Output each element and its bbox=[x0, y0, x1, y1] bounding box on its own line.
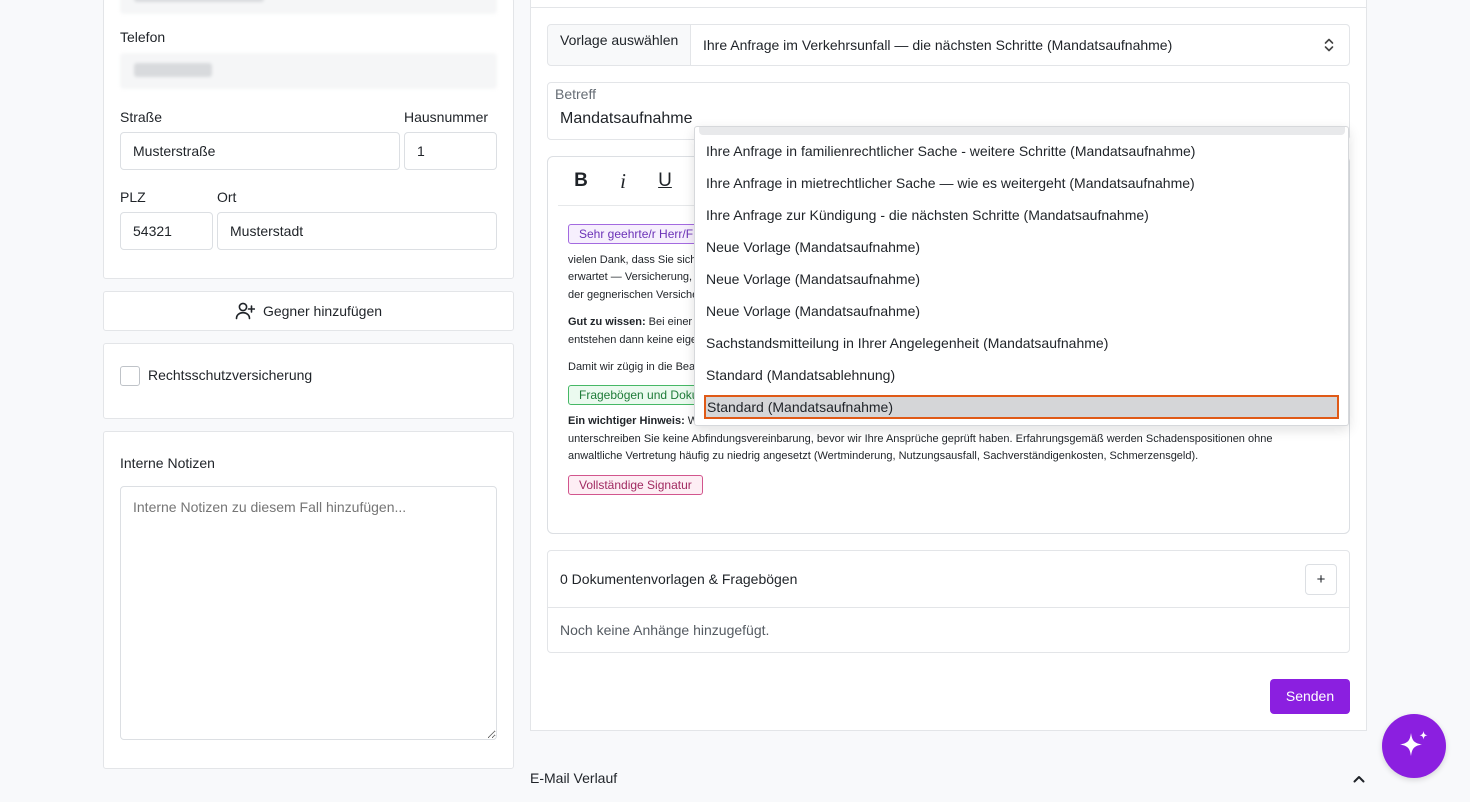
rechtsschutz-checkbox[interactable] bbox=[120, 366, 140, 386]
dropdown-option[interactable]: Ihre Anfrage in mietrechtlicher Sache — … bbox=[706, 171, 1195, 195]
body-line: unterschreiben Sie keine Abfindungsverei… bbox=[568, 433, 1273, 445]
template-label: Vorlage auswählen bbox=[560, 32, 679, 48]
body-line: der gegnerischen Versiche bbox=[568, 289, 694, 301]
chevron-updown-icon bbox=[1324, 38, 1334, 52]
template-selected-value: Ihre Anfrage im Verkehrsunfall — die näc… bbox=[703, 37, 1173, 53]
subject-label: Betreff bbox=[555, 86, 596, 102]
add-attachment-button[interactable]: + bbox=[1305, 564, 1337, 595]
underline-button[interactable]: U bbox=[654, 170, 676, 192]
template-select[interactable]: Ihre Anfrage im Verkehrsunfall — die näc… bbox=[690, 25, 1349, 65]
ort-label: Ort bbox=[217, 189, 237, 205]
telefon-field-blurred[interactable] bbox=[120, 53, 497, 89]
template-dropdown: Ihre Anfrage in familienrechtlicher Sach… bbox=[694, 126, 1349, 426]
add-opponent-button[interactable]: Gegner hinzufügen bbox=[103, 291, 514, 331]
chevron-up-icon[interactable] bbox=[1352, 772, 1366, 786]
body-line: vielen Dank, dass Sie sich bbox=[568, 254, 694, 266]
dropdown-option[interactable]: Standard (Mandatsablehnung) bbox=[706, 363, 895, 387]
user-plus-icon bbox=[235, 302, 255, 320]
strasse-label: Straße bbox=[120, 109, 163, 125]
plz-field[interactable]: 54321 bbox=[120, 212, 213, 250]
hint-text: W bbox=[687, 415, 694, 427]
panel-divider bbox=[530, 7, 1367, 8]
subject-value: Mandatsaufnahme bbox=[560, 110, 693, 127]
hausnummer-field[interactable]: 1 bbox=[404, 132, 497, 170]
add-opponent-label: Gegner hinzufügen bbox=[262, 303, 383, 319]
notes-title: Interne Notizen bbox=[120, 455, 215, 471]
attachments-empty-text: Noch keine Anhänge hinzugefügt. bbox=[560, 622, 770, 638]
dropdown-option[interactable]: Neue Vorlage (Mandatsaufnahme) bbox=[706, 267, 920, 291]
body-hint-line: Ein wichtiger Hinweis: W bbox=[568, 413, 694, 431]
salutation-tag[interactable]: Sehr geehrte/r Herr/F bbox=[568, 224, 698, 244]
dropdown-option[interactable]: Neue Vorlage (Mandatsaufnahme) bbox=[706, 299, 920, 323]
attachments-divider bbox=[548, 607, 1349, 608]
signature-tag[interactable]: Vollständige Signatur bbox=[568, 475, 703, 495]
body-line: anwaltliche Vertretung häufig zu niedrig… bbox=[568, 450, 1199, 462]
bold-button[interactable]: B bbox=[570, 170, 592, 192]
notes-textarea[interactable] bbox=[120, 486, 497, 740]
tip-label: Gut zu wissen: bbox=[568, 316, 646, 328]
dropdown-option[interactable]: Ihre Anfrage in familienrechtlicher Sach… bbox=[706, 139, 1195, 163]
dropdown-option-highlighted[interactable]: Standard (Mandatsaufnahme) bbox=[704, 395, 1339, 419]
dropdown-option[interactable]: Neue Vorlage (Mandatsaufnahme) bbox=[706, 235, 920, 259]
attachments-title: 0 Dokumentenvorlagen & Fragebögen bbox=[560, 571, 798, 587]
ort-field[interactable]: Musterstadt bbox=[217, 212, 497, 250]
rechtsschutz-label: Rechtsschutzversicherung bbox=[148, 367, 313, 383]
hint-label: Ein wichtiger Hinweis: bbox=[568, 415, 685, 427]
plz-label: PLZ bbox=[120, 189, 146, 205]
email-field-blurred[interactable] bbox=[120, 0, 497, 14]
tip-text: Bei einer bbox=[645, 316, 693, 328]
send-button[interactable]: Senden bbox=[1270, 679, 1350, 714]
body-line: Damit wir zügig in die Bea bbox=[568, 361, 694, 373]
body-line: entstehen dann keine eige bbox=[568, 334, 694, 346]
dropdown-option[interactable]: Sachstandsmitteilung in Ihrer Angelegenh… bbox=[706, 331, 1108, 355]
email-history-title[interactable]: E-Mail Verlauf bbox=[530, 770, 617, 786]
hausnummer-label: Hausnummer bbox=[404, 109, 489, 125]
sparkle-icon bbox=[1400, 731, 1428, 756]
italic-button[interactable]: i bbox=[612, 169, 634, 194]
dropdown-option[interactable]: Ihre Anfrage zur Kündigung - die nächste… bbox=[706, 203, 1149, 227]
body-tip-line: Gut zu wissen: Bei einer bbox=[568, 314, 694, 332]
dropdown-scroll-indicator[interactable] bbox=[699, 127, 1345, 135]
strasse-field[interactable]: Musterstraße bbox=[120, 132, 400, 170]
body-line: erwartet — Versicherung, bbox=[568, 271, 693, 283]
ai-assistant-button[interactable] bbox=[1382, 714, 1446, 778]
forms-tag[interactable]: Fragebögen und Doku bbox=[568, 385, 698, 405]
telefon-label: Telefon bbox=[120, 29, 166, 45]
